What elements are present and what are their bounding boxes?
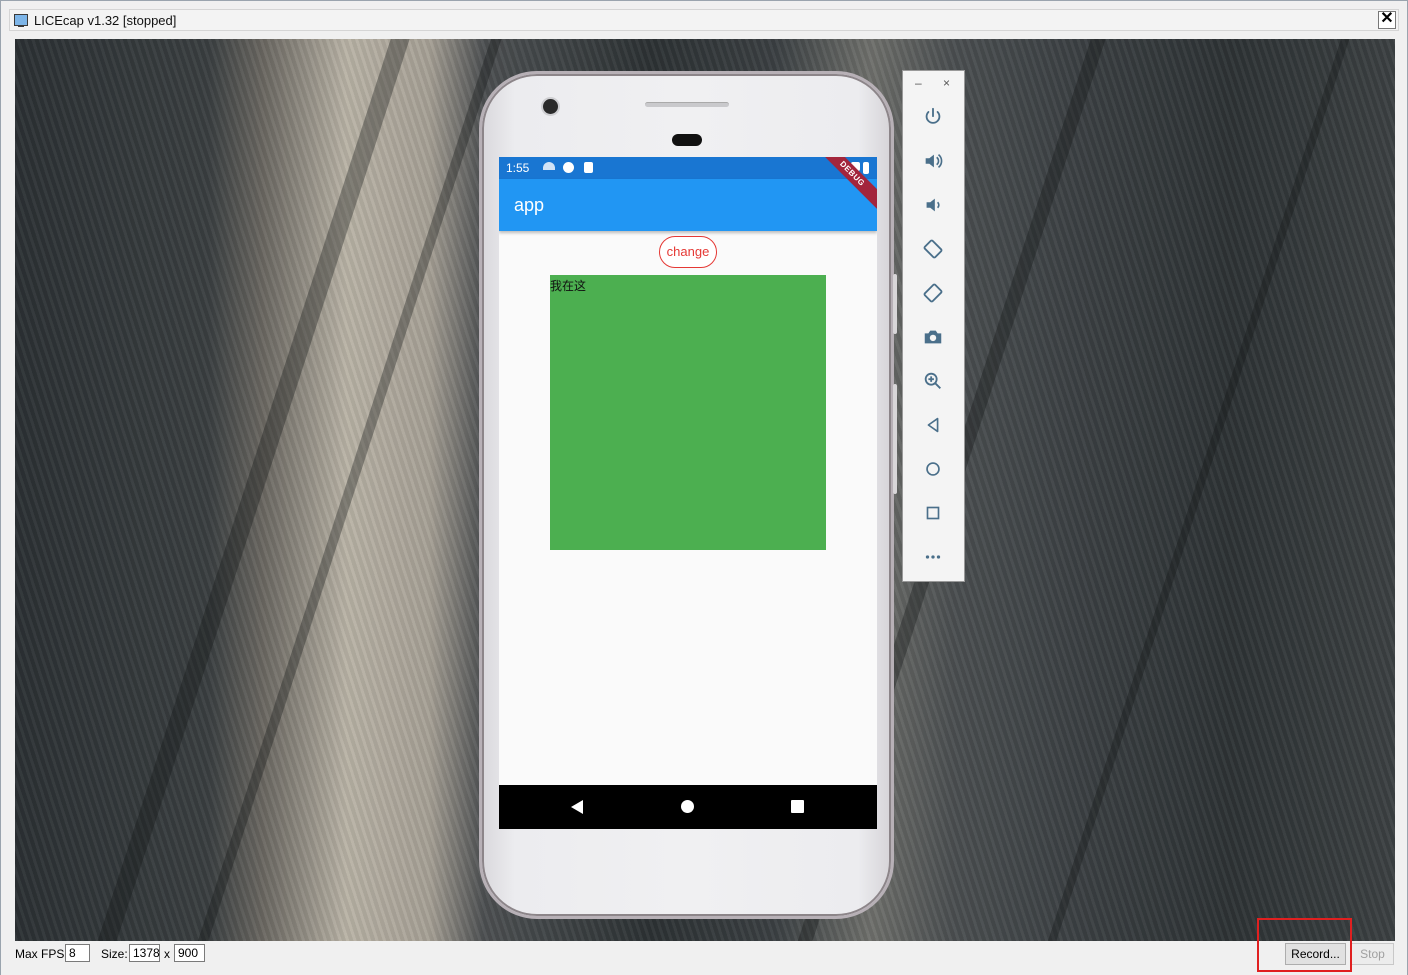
volume-down-button[interactable] [920, 192, 946, 218]
phone-emulator-frame: 1:55 app DEBUG change 我在这 [479, 71, 897, 919]
stop-button[interactable]: Stop [1351, 943, 1394, 965]
volume-up-button[interactable] [920, 148, 946, 174]
volume-up-icon [925, 153, 943, 169]
licecap-window: LICEcap v1.32 [stopped] ✕ 1:55 app DEBUG… [0, 0, 1408, 975]
top-speaker [645, 102, 729, 107]
zoom-button[interactable] [920, 368, 946, 394]
window-close-button[interactable]: ✕ [1378, 11, 1396, 29]
sd-card-icon [584, 162, 593, 173]
overview-button[interactable] [920, 500, 946, 526]
overview-icon [926, 506, 940, 520]
max-fps-label: Max FPS: [15, 947, 68, 961]
back-button[interactable] [920, 412, 946, 438]
earpiece [672, 134, 702, 146]
width-input[interactable]: 1378 [129, 944, 160, 962]
emulator-toolbar: – × [902, 70, 965, 582]
rotate-right-button[interactable] [920, 280, 946, 306]
more-button[interactable] [920, 544, 946, 570]
status-time: 1:55 [506, 161, 530, 175]
app-bar: app [499, 179, 877, 231]
wifi-icon [543, 162, 555, 170]
change-button[interactable]: change [659, 236, 717, 268]
rock-texture [94, 39, 414, 941]
nav-back-icon[interactable] [571, 800, 583, 814]
rotate-left-icon [923, 239, 943, 259]
status-bar: 1:55 [499, 157, 877, 179]
max-fps-input[interactable]: 8 [65, 944, 90, 962]
battery-icon [863, 162, 869, 174]
title-bar: LICEcap v1.32 [stopped] ✕ [9, 9, 1399, 31]
home-icon [926, 462, 940, 476]
phone-side-button [893, 274, 897, 334]
camera-icon [924, 330, 942, 344]
toolbar-close-button[interactable]: × [943, 76, 950, 90]
phone-side-button [893, 384, 897, 494]
size-separator: x [164, 947, 170, 961]
back-icon [927, 417, 939, 433]
toolbar-minimize-button[interactable]: – [915, 76, 922, 90]
window-title: LICEcap v1.32 [stopped] [34, 13, 177, 28]
licecap-app-icon [14, 14, 28, 27]
app-title: app [514, 195, 545, 215]
nav-recents-icon[interactable] [791, 800, 804, 813]
front-camera [543, 99, 558, 114]
notification-icon [563, 162, 574, 173]
android-nav-bar [499, 785, 877, 829]
power-icon [925, 107, 941, 124]
power-button[interactable] [920, 104, 946, 130]
nav-home-icon[interactable] [681, 800, 694, 813]
height-input[interactable]: 900 [174, 944, 205, 962]
screenshot-button[interactable] [920, 324, 946, 350]
zoom-icon [924, 372, 941, 389]
more-icon [925, 555, 941, 559]
bottom-control-bar: Max FPS: 8 Size: 1378 x 900 Record... St… [1, 941, 1407, 975]
home-button[interactable] [920, 456, 946, 482]
rotate-right-icon [923, 283, 943, 303]
container-text: 我在这 [550, 279, 587, 293]
green-container: 我在这 [550, 275, 826, 550]
size-label: Size: [101, 947, 128, 961]
record-button[interactable]: Record... [1285, 943, 1346, 965]
rock-texture [1043, 39, 1355, 941]
rotate-left-button[interactable] [920, 236, 946, 262]
phone-screen: 1:55 app DEBUG change 我在这 [499, 157, 877, 829]
volume-down-icon [926, 198, 940, 212]
